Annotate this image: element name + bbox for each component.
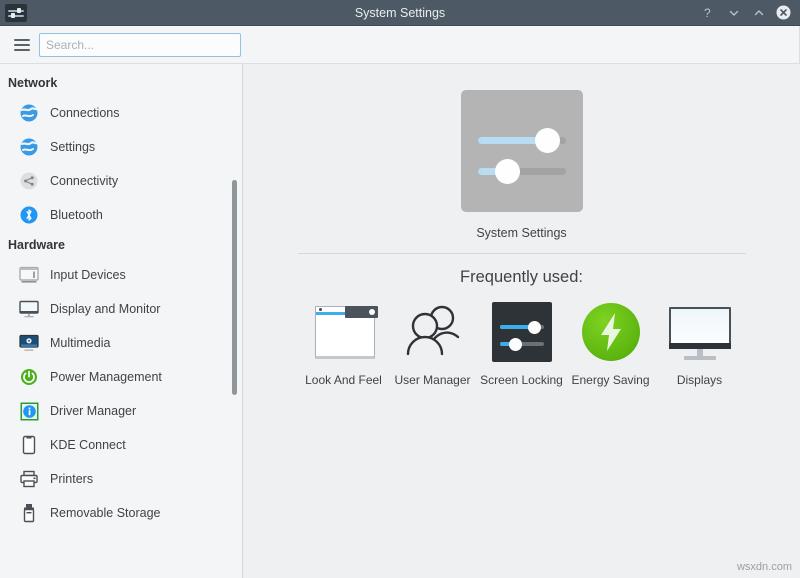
frequently-used-label: User Manager: [394, 373, 470, 388]
printer-icon: [18, 468, 40, 490]
energy-saving-icon: [578, 299, 644, 365]
globe-network-icon: [18, 102, 40, 124]
sidebar-item-label: Settings: [50, 140, 95, 154]
sidebar-item-connections[interactable]: Connections: [0, 96, 242, 130]
sidebar-category-network: Network: [0, 70, 242, 96]
phone-icon: [18, 434, 40, 456]
sidebar-item-label: Bluetooth: [50, 208, 103, 222]
sidebar-category-hardware: Hardware: [0, 232, 242, 258]
sidebar-item-label: Display and Monitor: [50, 302, 160, 316]
sidebar-item-settings[interactable]: Settings: [0, 130, 242, 164]
frequently-used-label: Look And Feel: [305, 373, 382, 388]
sidebar-item-printers[interactable]: Printers: [0, 462, 242, 496]
section-divider: [298, 253, 746, 254]
connectivity-share-icon: [18, 170, 40, 192]
sidebar-item-driver-manager[interactable]: Driver Manager: [0, 394, 242, 428]
sidebar-item-label: Connections: [50, 106, 120, 120]
sidebar-item-display-and-monitor[interactable]: Display and Monitor: [0, 292, 242, 326]
sidebar-item-label: KDE Connect: [50, 438, 126, 452]
sidebar-scrollbar[interactable]: [232, 180, 237, 395]
watermark: wsxdn.com: [737, 561, 792, 573]
sidebar-item-label: Removable Storage: [50, 506, 160, 520]
sidebar-item-label: Input Devices: [50, 268, 126, 282]
sidebar-item-label: Multimedia: [50, 336, 110, 350]
frequently-used-label: Screen Locking: [480, 373, 563, 388]
maximize-button[interactable]: [751, 5, 766, 20]
hero-section: System Settings: [461, 90, 583, 240]
title-bar: System Settings ?: [0, 0, 800, 26]
power-icon: [18, 366, 40, 388]
hamburger-menu-icon[interactable]: [8, 32, 36, 58]
bluetooth-icon: [18, 204, 40, 226]
sidebar-item-bluetooth[interactable]: Bluetooth: [0, 198, 242, 232]
sidebar-item-multimedia[interactable]: Multimedia: [0, 326, 242, 360]
sidebar-item-label: Printers: [50, 472, 93, 486]
usb-drive-icon: [18, 502, 40, 524]
frequently-used-label: Displays: [677, 373, 722, 388]
user-manager-icon: [400, 299, 466, 365]
frequently-used-heading: Frequently used:: [460, 268, 583, 287]
svg-text:?: ?: [704, 6, 711, 19]
sidebar-item-input-devices[interactable]: Input Devices: [0, 258, 242, 292]
sidebar-item-kde-connect[interactable]: KDE Connect: [0, 428, 242, 462]
look-and-feel-icon: [311, 299, 377, 365]
system-settings-sliders-icon: [461, 90, 583, 212]
search-input[interactable]: [39, 33, 241, 57]
hero-label: System Settings: [476, 226, 566, 240]
driver-info-icon: [18, 400, 40, 422]
sidebar-item-label: Driver Manager: [50, 404, 136, 418]
frequently-used-item-screen-locking[interactable]: Screen Locking: [477, 299, 566, 388]
frequently-used-label: Energy Saving: [571, 373, 649, 388]
frequently-used-list: Look And Feel User Manager: [299, 299, 744, 388]
sidebar-item-connectivity[interactable]: Connectivity: [0, 164, 242, 198]
globe-network-icon: [18, 136, 40, 158]
monitor-icon: [18, 298, 40, 320]
frequently-used-item-displays[interactable]: Displays: [655, 299, 744, 388]
frequently-used-item-look-and-feel[interactable]: Look And Feel: [299, 299, 388, 388]
toolbar: [0, 26, 800, 64]
frequently-used-item-energy-saving[interactable]: Energy Saving: [566, 299, 655, 388]
minimize-button[interactable]: [726, 5, 741, 20]
keyboard-icon: [18, 264, 40, 286]
displays-icon: [667, 299, 733, 365]
sidebar-item-label: Connectivity: [50, 174, 118, 188]
frequently-used-item-user-manager[interactable]: User Manager: [388, 299, 477, 388]
sidebar-item-label: Power Management: [50, 370, 162, 384]
sidebar: Network Connections: [0, 64, 243, 578]
screen-locking-icon: [489, 299, 555, 365]
sidebar-item-removable-storage[interactable]: Removable Storage: [0, 496, 242, 530]
system-settings-window: System Settings ?: [0, 0, 800, 578]
main-content: System Settings Frequently used: Look An…: [243, 64, 800, 578]
system-settings-icon: [5, 4, 27, 22]
window-controls: ?: [701, 5, 800, 20]
window-body: Network Connections: [0, 64, 800, 578]
multimedia-icon: [18, 332, 40, 354]
sidebar-item-power-management[interactable]: Power Management: [0, 360, 242, 394]
help-button[interactable]: ?: [701, 5, 716, 20]
close-button[interactable]: [776, 5, 791, 20]
window-title: System Settings: [0, 0, 800, 25]
